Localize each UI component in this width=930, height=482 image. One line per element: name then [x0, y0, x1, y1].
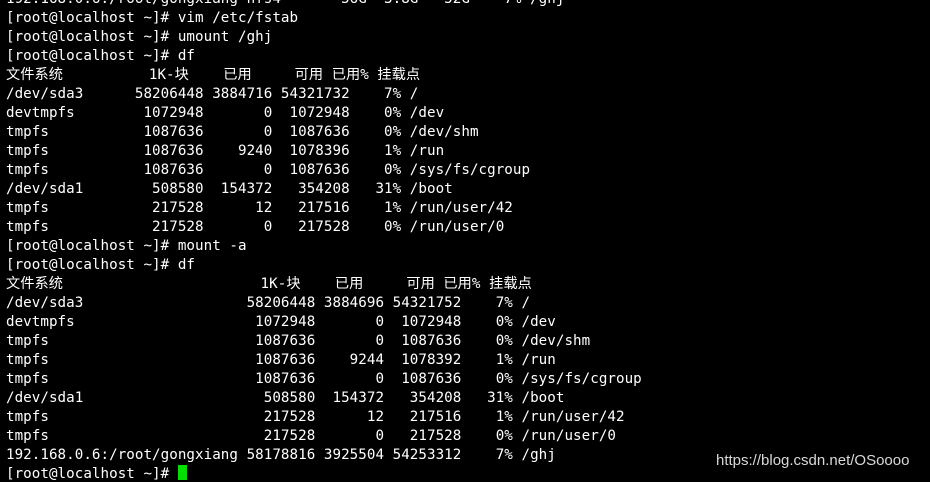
terminal-output: 192.168.0.6:/root/gongxiang nfs4 56G 3.8…: [6, 0, 642, 482]
terminal-line: 192.168.0.6:/root/gongxiang 58178816 392…: [6, 447, 556, 463]
terminal-prompt: [root@localhost ~]#: [6, 466, 178, 482]
terminal-line: /dev/sda1 508580 154372 354208 31% /boot: [6, 390, 565, 406]
terminal-line: tmpfs 217528 0 217528 0% /run/user/0: [6, 428, 617, 444]
terminal-line: tmpfs 217528 12 217516 1% /run/user/42: [6, 409, 625, 425]
terminal-line: /dev/sda1 508580 154372 354208 31% /boot: [6, 181, 453, 197]
terminal-line: [root@localhost ~]# df: [6, 48, 196, 64]
terminal-cursor: [177, 465, 187, 480]
terminal-line: 文件系统 1K-块 已用 可用 已用% 挂载点: [6, 67, 421, 83]
terminal-line: 文件系统 1K-块 已用 可用 已用% 挂载点: [6, 276, 532, 292]
terminal-line: devtmpfs 1072948 0 1072948 0% /dev: [6, 105, 445, 121]
terminal-line: tmpfs 1087636 0 1087636 0% /dev/shm: [6, 333, 591, 349]
terminal-line: devtmpfs 1072948 0 1072948 0% /dev: [6, 314, 556, 330]
terminal-line: [root@localhost ~]# umount /ghj: [6, 29, 273, 45]
terminal-window[interactable]: 192.168.0.6:/root/gongxiang nfs4 56G 3.8…: [0, 0, 930, 482]
terminal-line: tmpfs 217528 0 217528 0% /run/user/0: [6, 219, 505, 235]
terminal-line: tmpfs 1087636 9244 1078392 1% /run: [6, 352, 556, 368]
terminal-line: tmpfs 1087636 0 1087636 0% /sys/fs/cgrou…: [6, 162, 531, 178]
terminal-line: tmpfs 1087636 0 1087636 0% /dev/shm: [6, 124, 479, 140]
terminal-line: [root@localhost ~]# mount -a: [6, 238, 247, 254]
terminal-line: /dev/sda3 58206448 3884696 54321752 7% /: [6, 295, 531, 311]
terminal-line: tmpfs 1087636 0 1087636 0% /sys/fs/cgrou…: [6, 371, 642, 387]
terminal-line: [root@localhost ~]# df: [6, 257, 196, 273]
terminal-line: tmpfs 217528 12 217516 1% /run/user/42: [6, 200, 513, 216]
terminal-line: /dev/sda3 58206448 3884716 54321732 7% /: [6, 86, 419, 102]
terminal-line: 192.168.0.6:/root/gongxiang nfs4 56G 3.8…: [6, 0, 642, 9]
terminal-prompt-line[interactable]: [root@localhost ~]#: [6, 465, 642, 482]
terminal-line: tmpfs 1087636 9240 1078396 1% /run: [6, 143, 445, 159]
terminal-line: [root@localhost ~]# vim /etc/fstab: [6, 10, 299, 26]
watermark-text: https://blog.csdn.net/OSoooo: [716, 452, 910, 469]
